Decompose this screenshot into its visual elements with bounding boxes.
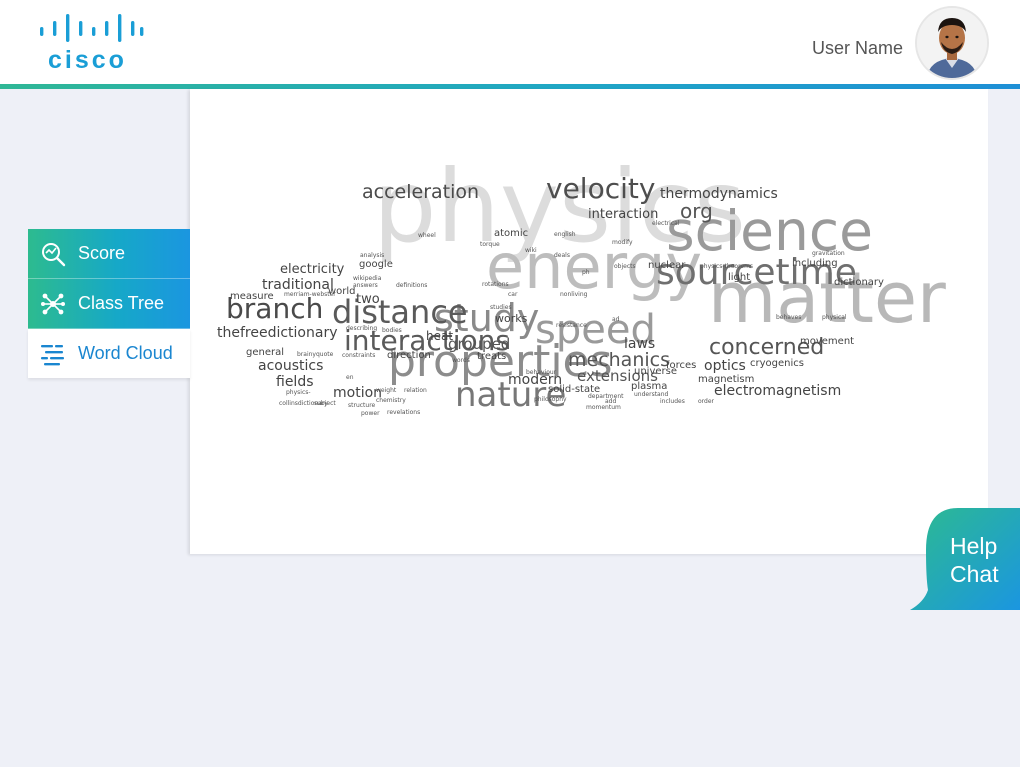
cloud-word: physics-theorems (700, 263, 754, 270)
cloud-word: merriam-webster (284, 291, 336, 298)
cloud-word: ad (612, 316, 620, 323)
cloud-word: dictionary (834, 277, 884, 288)
cloud-word: two (356, 292, 380, 307)
help-label-line1: Help (950, 533, 998, 559)
app-header: cisco User Name (0, 0, 1020, 84)
cloud-word: cryogenics (750, 358, 804, 369)
cloud-word: thefreedictionary (217, 325, 338, 341)
cloud-word: magnetism (698, 374, 755, 385)
cloud-word: words (452, 357, 470, 364)
side-nav: Score Class Tree Word Cloud (28, 229, 190, 378)
help-chat-label: Help Chat (950, 532, 999, 588)
cloud-word: structure (348, 402, 376, 409)
cloud-word: acceleration (362, 181, 480, 203)
cloud-word: bodies (382, 327, 402, 334)
cloud-word: general (246, 347, 285, 358)
cloud-word: org (680, 199, 713, 223)
cloud-word: works (495, 312, 528, 325)
cloud-word: revelations (387, 409, 421, 416)
nav-item-score[interactable]: Score (28, 229, 190, 279)
cloud-word: chemistry (376, 397, 406, 404)
cloud-word: laws (624, 336, 656, 352)
cloud-word: objects (614, 263, 636, 270)
nav-label-class-tree: Class Tree (78, 293, 165, 313)
cloud-word: optics (704, 358, 746, 374)
cloud-word: power (361, 410, 380, 417)
cloud-word: electricity (280, 262, 345, 277)
word-cloud: physics energy matter science sourcetime natu… (190, 89, 988, 554)
cloud-word: en (346, 374, 354, 381)
cloud-word: definitions (396, 282, 428, 289)
cloud-word: order (698, 398, 714, 405)
help-label-line2: Chat (950, 561, 999, 587)
user-name[interactable]: User Name (812, 38, 903, 59)
word-cloud-panel: physics energy matter science sourcetime natu… (190, 89, 988, 554)
cloud-word: grouped (448, 335, 511, 353)
cloud-word: weight (376, 387, 397, 394)
cloud-word: universe (634, 366, 677, 377)
cloud-word: wheel (418, 232, 436, 239)
cloud-word: momentum (586, 404, 621, 411)
cloud-word: measure (230, 291, 274, 302)
cloud-word: studies (490, 304, 512, 311)
cloud-word: interaction (588, 207, 659, 222)
cloud-word: motion (333, 385, 383, 401)
avatar[interactable] (917, 8, 987, 78)
cloud-word: subject (314, 400, 336, 407)
cloud-word: acoustics (258, 358, 324, 374)
cloud-word: ph (582, 269, 590, 276)
cloud-word: includes (660, 398, 685, 405)
nav-item-word-cloud[interactable]: Word Cloud (28, 329, 190, 378)
cloud-word: physical (822, 314, 847, 321)
cloud-word: describing (346, 325, 378, 332)
cloud-word: movement (800, 336, 855, 347)
cloud-word: google (359, 259, 393, 270)
cloud-word: fields (276, 374, 314, 390)
cloud-word: nonliving (560, 291, 588, 298)
cisco-bars-icon (40, 14, 144, 42)
cloud-word: modify (612, 239, 633, 246)
cloud-word: answers (353, 282, 378, 289)
cloud-word: analysis (360, 252, 385, 259)
cloud-word: brainyquote (297, 351, 334, 358)
cisco-logo[interactable]: cisco (38, 14, 144, 74)
word-cloud-icon (41, 344, 64, 365)
cloud-word: philosophy (534, 396, 567, 403)
cloud-word: rotations (482, 281, 509, 288)
cloud-word: velocity (546, 172, 656, 205)
cloud-word: traditional (262, 277, 334, 293)
cloud-word: heat (426, 329, 454, 343)
cloud-word: atomic (494, 228, 529, 239)
brand-name: cisco (48, 46, 127, 74)
cloud-word: relation (404, 387, 427, 394)
cloud-word: torque (480, 241, 500, 248)
cloud-word: direction (387, 350, 431, 361)
help-chat-button[interactable]: Help Chat (906, 506, 1020, 614)
cloud-word: physics- (286, 389, 311, 396)
cloud-word: including (792, 258, 838, 269)
nav-label-word-cloud: Word Cloud (78, 343, 173, 363)
cloud-word: electromagnetism (714, 383, 842, 399)
class-tree-icon (41, 293, 65, 314)
cloud-word: car (508, 291, 518, 298)
cloud-word: wiki (525, 247, 537, 254)
cloud-word: gravitation (812, 250, 845, 257)
cloud-word: nuclear (648, 260, 686, 271)
cloud-word: behaviour (526, 369, 557, 376)
cloud-word: light (728, 272, 751, 283)
cloud-word: resistance (556, 322, 587, 329)
nav-label-score: Score (78, 243, 126, 263)
score-search-icon (42, 242, 66, 266)
user-photo (917, 8, 987, 78)
cloud-word: constraints (342, 352, 376, 359)
cloud-word: english (554, 231, 576, 238)
cloud-word: treats (477, 351, 507, 362)
cloud-word: electrical (652, 220, 680, 227)
cloud-word: behaves (776, 314, 802, 321)
cloud-word: deals (554, 252, 570, 259)
cloud-word: thermodynamics (660, 186, 778, 202)
nav-item-class-tree[interactable]: Class Tree (28, 279, 190, 329)
